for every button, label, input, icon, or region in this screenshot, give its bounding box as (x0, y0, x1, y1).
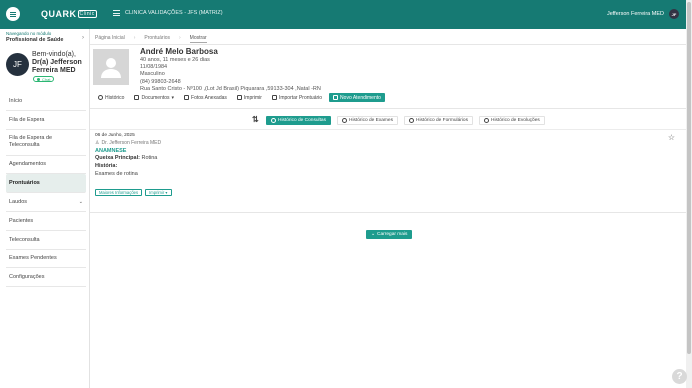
list-icon (113, 10, 120, 16)
patient-address: Rua Santo Cristo - Nº100 ,(Lot Jd Brasil… (140, 85, 321, 92)
doctor-avatar: JF (6, 53, 29, 76)
breadcrumb-separator: › (179, 35, 181, 41)
fotos-button[interactable]: Fotos Anexadas (181, 93, 230, 102)
main-content: Página Inicial › Prontuários › Mostrar A… (90, 29, 686, 388)
caret-down-icon: ▾ (164, 190, 168, 195)
star-icon[interactable]: ☆ (668, 133, 675, 142)
documentos-button[interactable]: Documentos ▾ (131, 93, 177, 102)
history-icon (342, 118, 347, 123)
sidebar-item-agendamentos[interactable]: Agendamentos (6, 156, 86, 175)
patient-age: 40 anos, 11 meses e 26 dias (140, 57, 210, 63)
user-silhouette-icon (101, 58, 121, 78)
tab-historico-evolucoes[interactable]: Histórico de Evoluções (478, 116, 545, 125)
historico-button[interactable]: Histórico (95, 93, 127, 102)
file-add-icon (333, 95, 339, 100)
sidebar-item-prontuarios[interactable]: Prontuários (6, 174, 86, 194)
history-icon (483, 118, 489, 123)
user-icon: ♙ (95, 140, 100, 146)
scrollbar-thumb[interactable] (687, 2, 691, 354)
patient-name: André Melo Barbosa (140, 47, 218, 56)
sidebar-item-configuracoes[interactable]: Configurações (6, 268, 86, 288)
sidebar-nav: Início Fila de Espera Fila de Espera de … (6, 92, 86, 288)
history-icon (271, 118, 276, 123)
patient-info: André Melo Barbosa 40 anos, 11 meses e 2… (140, 47, 321, 93)
imprimir-button[interactable]: Imprimir (234, 93, 265, 102)
entry-actions: Maiores Informações Imprimir ▾ (95, 189, 172, 196)
breadcrumb-prontuarios[interactable]: Prontuários (144, 35, 170, 43)
patient-actions: Histórico Documentos ▾ Fotos Anexadas Imp… (95, 93, 385, 102)
scrollbar[interactable] (686, 0, 692, 388)
breadcrumb-separator: › (133, 35, 136, 41)
entry-complaint: Queixa Principal: Rotina (95, 155, 158, 161)
tab-historico-formularios[interactable]: Histórico de Formulários (404, 116, 473, 125)
module-switcher[interactable]: Navegando no módulo Profissional de Saúd… (6, 31, 86, 43)
entry-print-button[interactable]: Imprimir ▾ (145, 189, 172, 196)
load-more-button[interactable]: ⌄ Carregar mais (366, 230, 413, 239)
module-name: Profissional de Saúde (6, 37, 64, 43)
welcome-card: JF Bem-vindo(a), Dr(a) Jefferson Ferreir… (6, 51, 86, 85)
tab-historico-exames[interactable]: Histórico de Exames (337, 116, 398, 125)
importar-button[interactable]: Importar Prontuário (269, 93, 325, 102)
divider (90, 108, 686, 109)
online-status-icon (37, 77, 40, 81)
divider (90, 212, 686, 213)
user-avatar: JF (669, 9, 679, 19)
welcome-text: Bem-vindo(a), (32, 51, 76, 58)
entry-category: ANAMNESE (95, 148, 127, 154)
user-menu[interactable]: Jefferson Ferreira MED JF (607, 9, 679, 19)
clinic-selector[interactable]: CLINICA VALIDAÇÕES - JFS (MATRIZ) (113, 10, 223, 16)
chat-button[interactable]: Chat (33, 76, 55, 82)
doctor-name: Dr(a) Jefferson Ferreira MED (32, 59, 82, 74)
history-tabs: Histórico de Consultas Histórico de Exam… (266, 116, 545, 125)
consultation-entry: 06 de Junho, 2025 ♙ Dr. Jefferson Ferreir… (95, 133, 681, 177)
sort-icon[interactable]: ⇅ (252, 115, 259, 124)
entry-doctor: ♙ Dr. Jefferson Ferreira MED (95, 140, 162, 146)
breadcrumb-home[interactable]: Página Inicial (95, 35, 125, 43)
chevron-down-icon: ⌄ (78, 199, 83, 206)
maiores-informacoes-button[interactable]: Maiores Informações (95, 189, 143, 196)
entry-history-label: História: (95, 163, 118, 169)
sidebar-item-pacientes[interactable]: Pacientes (6, 212, 86, 231)
printer-icon (236, 95, 242, 100)
divider (90, 44, 686, 45)
patient-phone: (84) 99803-2648 (140, 78, 181, 85)
chevrons-down-icon: ⌄ (371, 232, 376, 237)
image-icon (184, 95, 190, 100)
document-icon (134, 95, 140, 100)
hamburger-icon (10, 13, 16, 15)
tab-historico-consultas[interactable]: Histórico de Consultas (266, 116, 331, 125)
clock-icon (98, 95, 103, 100)
sidebar-item-fila-teleconsulta[interactable]: Fila de Espera de Teleconsulta (6, 130, 86, 156)
patient-photo (93, 49, 129, 85)
help-icon[interactable]: ? (672, 369, 687, 384)
sidebar-item-laudos[interactable]: Laudos ⌄ (6, 193, 86, 212)
sidebar: Navegando no módulo Profissional de Saúd… (0, 29, 90, 388)
history-icon (409, 118, 414, 123)
patient-sex: Masculino (140, 71, 165, 78)
caret-down-icon: ▾ (171, 94, 175, 101)
novo-atendimento-button[interactable]: Novo Atendimento (329, 93, 385, 102)
menu-toggle-button[interactable] (6, 7, 20, 21)
patient-birthdate: 11/08/1984 (140, 64, 168, 71)
user-name: Jefferson Ferreira MED (606, 11, 664, 17)
entry-history-value: Exames de rotina (95, 171, 138, 177)
sidebar-item-fila-de-espera[interactable]: Fila de Espera (6, 111, 86, 130)
top-bar: QUARK Clinic CLINICA VALIDAÇÕES - JFS (MA… (0, 0, 686, 29)
sidebar-item-inicio[interactable]: Início (6, 92, 86, 111)
sidebar-item-teleconsulta[interactable]: Teleconsulta (6, 231, 86, 250)
divider (90, 129, 686, 130)
clinic-name: CLINICA VALIDAÇÕES - JFS (MATRIZ) (125, 10, 223, 16)
app-logo[interactable]: QUARK Clinic (41, 9, 97, 19)
chevron-right-icon: › (82, 35, 84, 41)
sidebar-item-exames-pendentes[interactable]: Exames Pendentes (6, 250, 86, 269)
breadcrumb-current: Mostrar (189, 35, 207, 43)
breadcrumb: Página Inicial › Prontuários › Mostrar (95, 35, 207, 43)
module-caption: Navegando no módulo (6, 31, 52, 36)
file-import-icon (271, 95, 277, 100)
entry-date: 06 de Junho, 2025 (95, 133, 135, 138)
